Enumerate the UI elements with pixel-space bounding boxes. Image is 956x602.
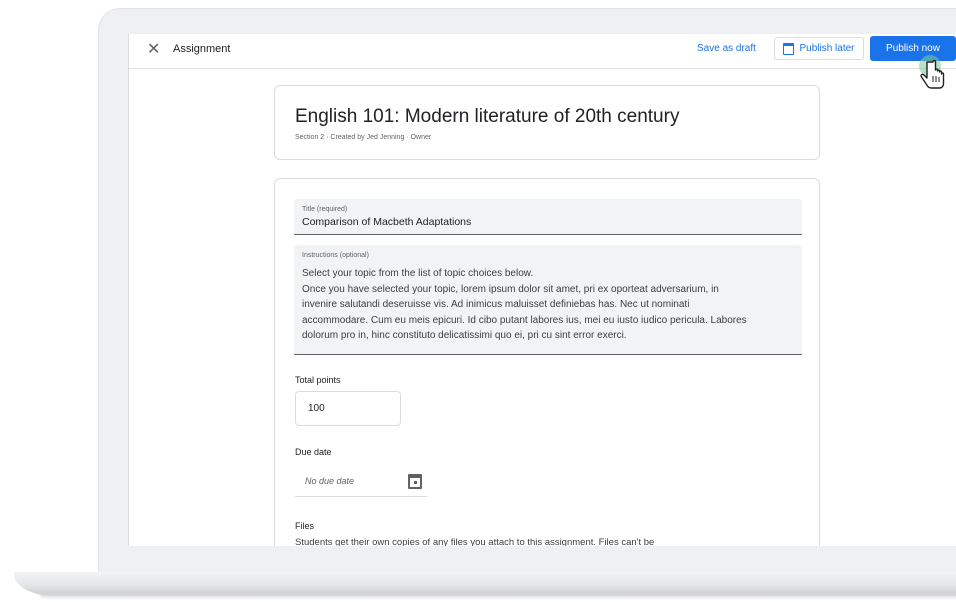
instructions-line: Once you have selected your topic, lorem… [302, 283, 719, 295]
course-header-card: English 101: Modern literature of 20th c… [274, 85, 820, 160]
publish-now-label: Publish now [886, 43, 940, 54]
course-meta: Section 2 · Created by Jed Jenning · Own… [295, 134, 432, 141]
laptop-base [14, 572, 956, 596]
app-screen: ✕ Assignment Save as draft Publish later… [128, 34, 956, 546]
page-title: Assignment [173, 43, 231, 55]
top-app-bar: ✕ Assignment Save as draft Publish later… [129, 34, 956, 69]
instructions-line: accommodare. Cum eu meis epicuri. Id cib… [302, 314, 747, 326]
instructions-field-label: Instructions (optional) [302, 252, 369, 259]
title-field-label: Title (required) [302, 206, 348, 213]
course-title: English 101: Modern literature of 20th c… [295, 106, 680, 127]
title-field-value: Comparison of Macbeth Adaptations [302, 216, 472, 228]
total-points-label: Total points [295, 375, 341, 385]
due-date-picker[interactable]: No due date [295, 467, 427, 497]
close-icon[interactable]: ✕ [147, 41, 160, 59]
publish-later-label: Publish later [799, 43, 855, 54]
due-date-label: Due date [295, 447, 332, 457]
files-label: Files [295, 521, 315, 531]
instructions-field[interactable]: Instructions (optional) Select your topi… [294, 245, 802, 355]
hand-pointer-icon [912, 54, 952, 102]
files-note: Students get their own copies of any fil… [295, 537, 655, 546]
due-date-placeholder: No due date [305, 476, 355, 486]
calendar-icon[interactable] [408, 474, 422, 489]
save-draft-button[interactable]: Save as draft [697, 43, 756, 54]
instructions-line: invenire salutandi deseruisse vis. Ad in… [302, 299, 690, 310]
assignment-form-card: Title (required) Comparison of Macbeth A… [274, 178, 820, 546]
laptop-shadow [40, 594, 956, 600]
instructions-line: dolorum pro in, hinc constituto delicati… [302, 330, 627, 341]
total-points-input[interactable]: 100 [295, 391, 401, 426]
instructions-text: Select your topic from the list of topic… [302, 266, 792, 344]
publish-later-button[interactable]: Publish later [774, 37, 864, 60]
title-field[interactable]: Title (required) Comparison of Macbeth A… [294, 199, 802, 235]
instructions-line: Select your topic from the list of topic… [302, 268, 534, 279]
calendar-icon [783, 42, 795, 55]
